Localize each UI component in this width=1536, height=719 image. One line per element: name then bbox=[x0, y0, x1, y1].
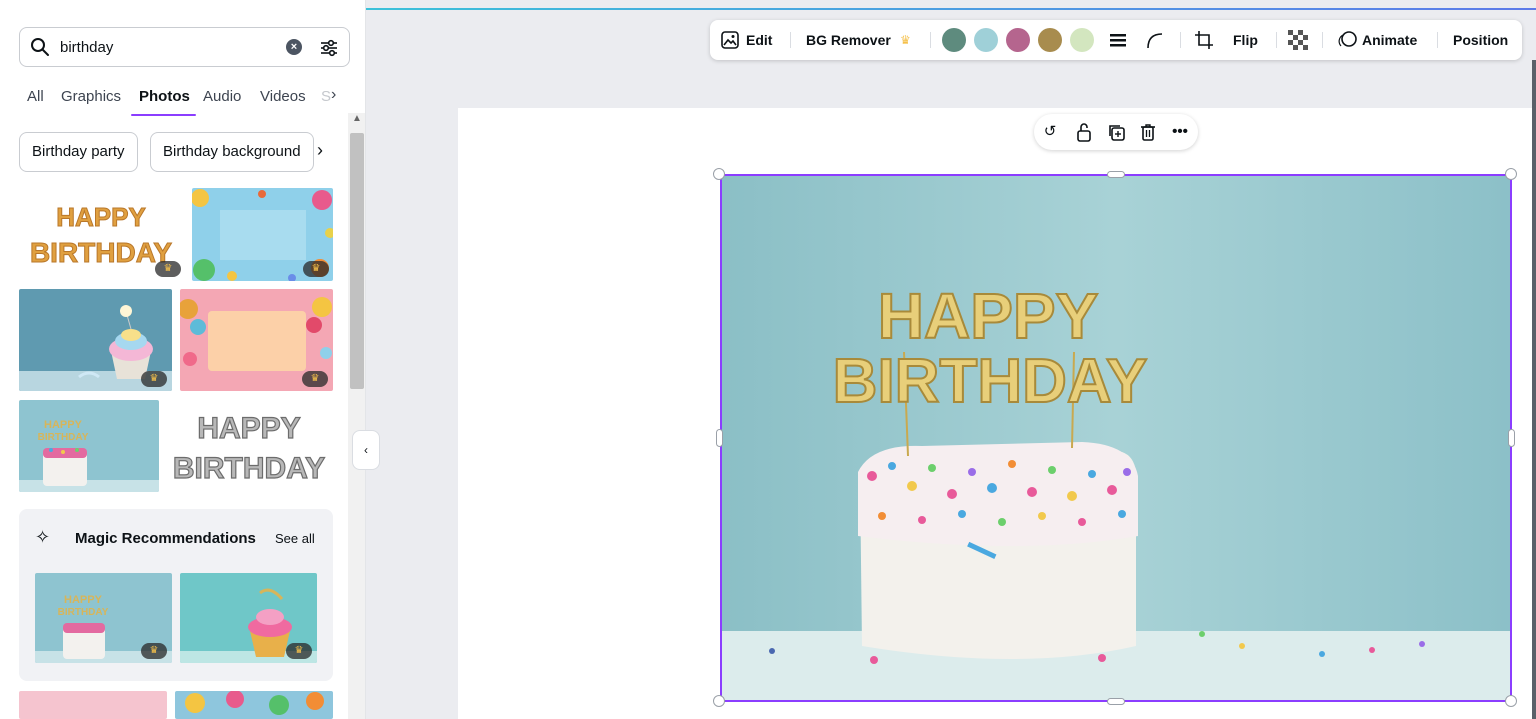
clear-search-icon[interactable]: × bbox=[286, 39, 302, 55]
comment-add-icon[interactable]: ↺ bbox=[1040, 122, 1060, 142]
color-swatch-5[interactable] bbox=[1070, 28, 1094, 52]
progress-line bbox=[366, 8, 1536, 10]
resize-handle-bottom-left[interactable] bbox=[713, 695, 725, 707]
tab-all[interactable]: All bbox=[27, 88, 44, 105]
corner-rounding-icon[interactable] bbox=[1144, 30, 1164, 50]
premium-crown-icon: ♛ bbox=[303, 261, 329, 277]
animate-button[interactable]: Animate bbox=[1362, 20, 1417, 60]
bg-remover-crown-icon: ♛ bbox=[900, 33, 911, 47]
resize-handle-left[interactable] bbox=[716, 429, 723, 447]
premium-crown-icon: ♛ bbox=[155, 261, 181, 277]
search-input[interactable]: birthday bbox=[60, 39, 113, 56]
side-panel: birthday × All Graphics Photos Audio Vid… bbox=[0, 0, 366, 719]
premium-crown-icon: ♛ bbox=[141, 371, 167, 387]
delete-icon[interactable] bbox=[1138, 122, 1158, 142]
filter-icon[interactable] bbox=[318, 37, 340, 59]
scrollbar-thumb[interactable] bbox=[350, 133, 364, 389]
magic-cake-topper-2: BIRTHDAY bbox=[58, 607, 109, 618]
premium-crown-icon: ♛ bbox=[286, 643, 312, 659]
chips-next-icon[interactable]: › bbox=[317, 140, 323, 161]
tab-more-partial[interactable]: S bbox=[321, 88, 331, 105]
silver-text-line-1: HAPPY bbox=[197, 412, 300, 445]
silver-text-line-2: BIRTHDAY bbox=[173, 452, 325, 485]
magic-title: Magic Recommendations bbox=[75, 530, 256, 547]
element-quick-actions: ↺ ••• bbox=[1034, 114, 1198, 150]
cake-topper-mini-2: BIRTHDAY bbox=[38, 432, 89, 443]
window-edge bbox=[1532, 60, 1536, 719]
collapse-panel-button[interactable]: ‹ bbox=[352, 430, 380, 470]
animate-icon bbox=[1338, 31, 1357, 47]
selected-photo[interactable]: HAPPY BIRTHDAY bbox=[720, 174, 1512, 702]
edit-button[interactable]: Edit bbox=[746, 20, 772, 60]
duplicate-icon[interactable] bbox=[1106, 122, 1126, 142]
premium-crown-icon: ♛ bbox=[302, 371, 328, 387]
flip-button[interactable]: Flip bbox=[1233, 20, 1258, 60]
resize-handle-bottom-right[interactable] bbox=[1505, 695, 1517, 707]
magic-cake-topper-1: HAPPY bbox=[64, 594, 103, 606]
resize-handle-bottom[interactable] bbox=[1107, 698, 1125, 705]
balloon-text-line-2: BIRTHDAY bbox=[30, 237, 172, 268]
resize-handle-top[interactable] bbox=[1107, 171, 1125, 178]
tab-audio[interactable]: Audio bbox=[203, 88, 241, 105]
chip-birthday-background[interactable]: Birthday background bbox=[150, 132, 314, 172]
magic-item-cake[interactable]: HAPPY BIRTHDAY ♛ bbox=[35, 573, 172, 663]
context-toolbar: Edit BG Remover ♛ Flip Animate Position bbox=[710, 20, 1522, 60]
tab-photos[interactable]: Photos bbox=[139, 88, 190, 105]
content-type-tabs: All Graphics Photos Audio Videos S › bbox=[19, 82, 349, 118]
toolbar-divider bbox=[790, 32, 791, 48]
toolbar-divider bbox=[1322, 32, 1323, 48]
border-style-icon[interactable] bbox=[1108, 30, 1128, 50]
color-swatch-2[interactable] bbox=[974, 28, 998, 52]
see-all-link[interactable]: See all bbox=[275, 531, 315, 546]
result-party-frame-blue[interactable]: ♛ bbox=[192, 188, 333, 281]
result-cupcake-sparkler[interactable]: ♛ bbox=[19, 289, 172, 391]
toolbar-divider bbox=[1180, 32, 1181, 48]
cake-topper-birthday: BIRTHDAY bbox=[833, 347, 1148, 416]
cake-topper-happy: HAPPY bbox=[878, 280, 1099, 352]
tab-graphics[interactable]: Graphics bbox=[61, 88, 121, 105]
position-button[interactable]: Position bbox=[1453, 20, 1508, 60]
result-pink-balloons-frame[interactable]: ♛ bbox=[180, 289, 333, 391]
result-birthday-cake[interactable]: HAPPY BIRTHDAY bbox=[19, 400, 159, 492]
unlock-icon[interactable] bbox=[1074, 122, 1094, 142]
result-silver-balloon-text[interactable]: HAPPY BIRTHDAY bbox=[164, 400, 334, 492]
magic-item-cupcake[interactable]: ♛ bbox=[180, 573, 317, 663]
search-bar[interactable]: birthday × bbox=[19, 27, 350, 67]
color-swatch-3[interactable] bbox=[1006, 28, 1030, 52]
color-swatch-4[interactable] bbox=[1038, 28, 1062, 52]
premium-crown-icon: ♛ bbox=[141, 643, 167, 659]
color-swatch-1[interactable] bbox=[942, 28, 966, 52]
resize-handle-top-left[interactable] bbox=[713, 168, 725, 180]
active-tab-indicator bbox=[131, 114, 196, 116]
bg-remover-button[interactable]: BG Remover bbox=[806, 20, 891, 60]
resize-handle-top-right[interactable] bbox=[1505, 168, 1517, 180]
edit-image-icon bbox=[721, 31, 739, 49]
toolbar-divider bbox=[930, 32, 931, 48]
chip-birthday-party[interactable]: Birthday party bbox=[19, 132, 138, 172]
resize-handle-right[interactable] bbox=[1508, 429, 1515, 447]
sparkle-icon: ✧ bbox=[35, 527, 51, 547]
toolbar-divider bbox=[1276, 32, 1277, 48]
result-balloons-partial[interactable] bbox=[175, 691, 333, 719]
result-gold-balloon-text[interactable]: HAPPY BIRTHDAY ♛ bbox=[19, 188, 184, 281]
balloon-text-line-1: HAPPY bbox=[56, 202, 146, 232]
scroll-up-icon[interactable]: ▲ bbox=[352, 113, 362, 124]
transparency-icon[interactable] bbox=[1288, 30, 1308, 50]
panel-scrollbar[interactable]: ▲ bbox=[348, 113, 365, 719]
search-icon bbox=[31, 38, 49, 56]
crop-icon[interactable] bbox=[1194, 30, 1214, 50]
result-pink-partial[interactable] bbox=[19, 691, 167, 719]
tabs-next-icon[interactable]: › bbox=[331, 86, 336, 104]
more-options-icon[interactable]: ••• bbox=[1170, 122, 1190, 142]
toolbar-divider bbox=[1437, 32, 1438, 48]
tab-videos[interactable]: Videos bbox=[260, 88, 306, 105]
magic-recommendations: ✧ Magic Recommendations See all HAPPY BI… bbox=[19, 509, 333, 681]
suggestion-chips: Birthday party Birthday background › bbox=[19, 132, 339, 172]
cake-topper-mini-1: HAPPY bbox=[44, 419, 83, 431]
